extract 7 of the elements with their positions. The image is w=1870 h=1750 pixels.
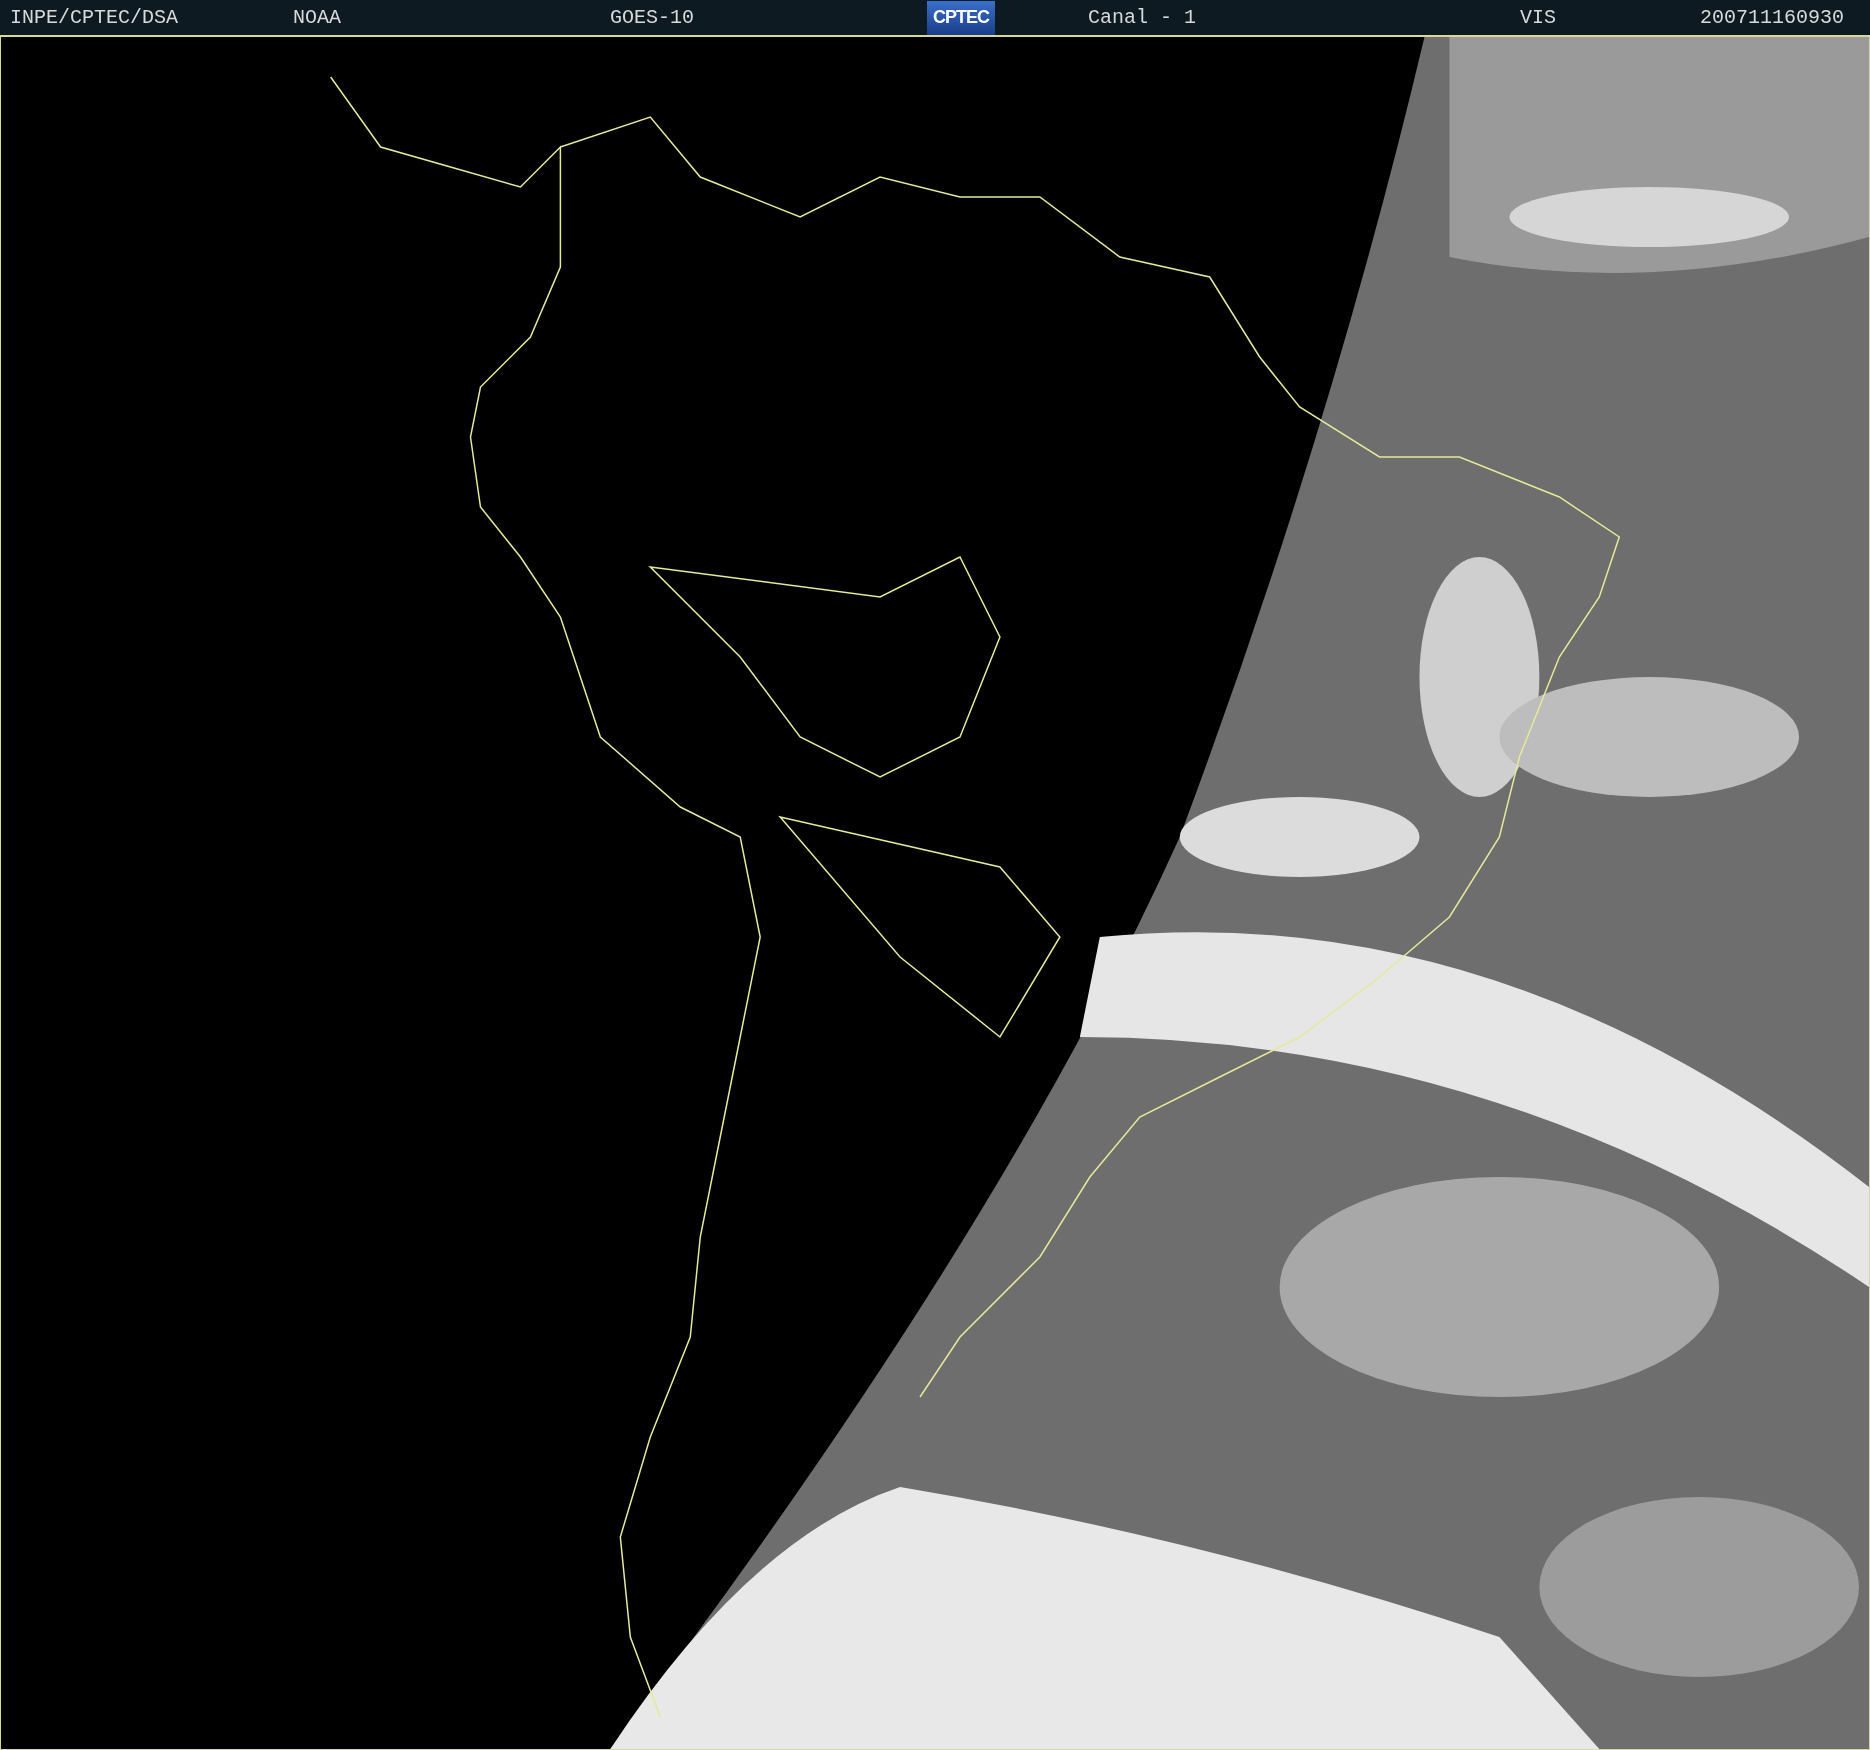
header-label: INPE/CPTEC/DSA — [10, 6, 180, 29]
header-label: 200711160930 — [1700, 6, 1846, 29]
header-label: GOES-10 — [610, 6, 695, 29]
header-label: Canal - 1 — [1088, 6, 1198, 29]
header-label: VIS — [1520, 6, 1557, 29]
header-label: NOAA — [293, 6, 342, 29]
logo: CPTEC — [927, 0, 995, 35]
